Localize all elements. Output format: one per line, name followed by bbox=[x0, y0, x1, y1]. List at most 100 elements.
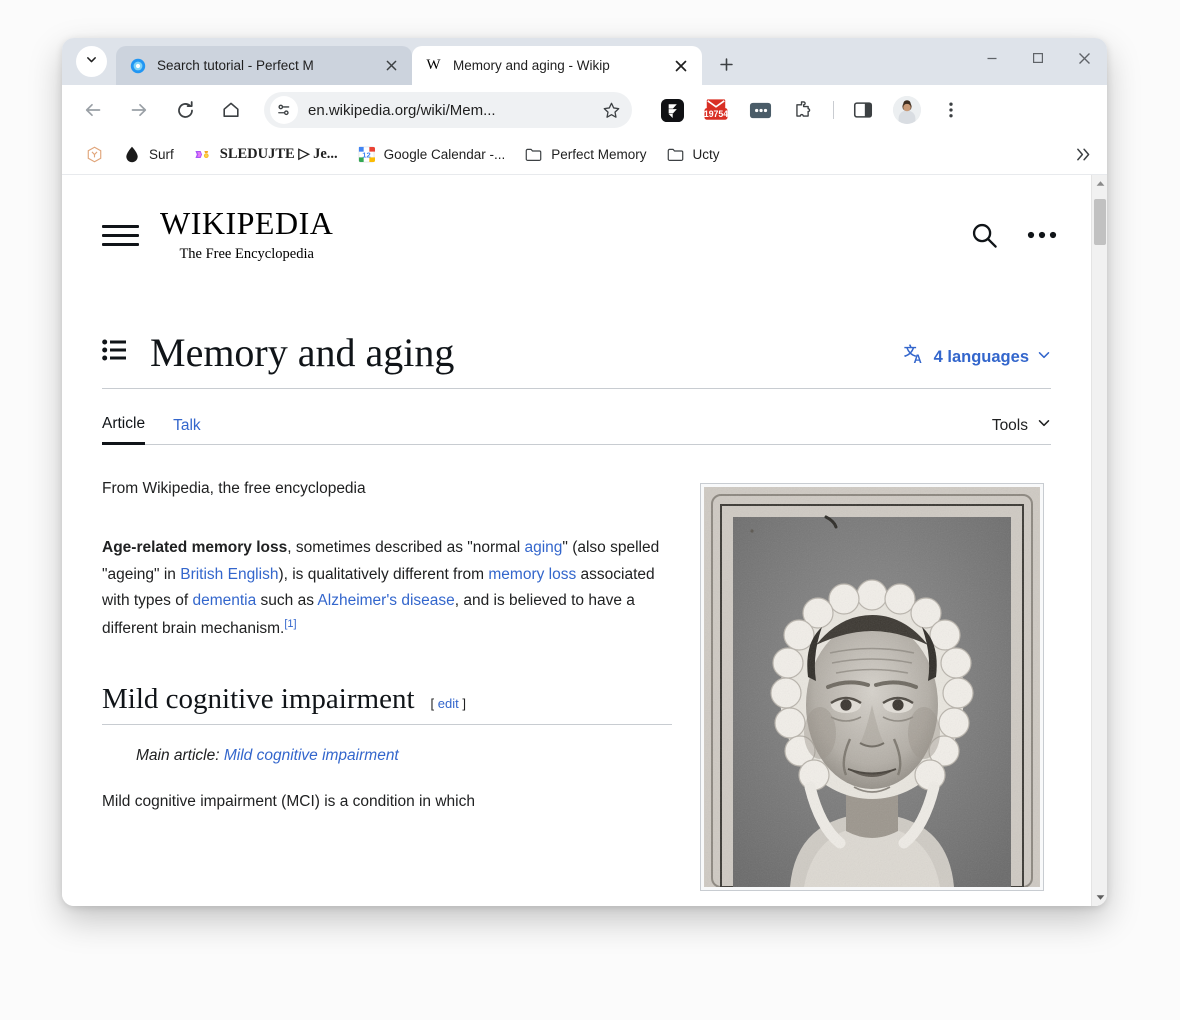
bookmarks-overflow-button[interactable] bbox=[1069, 141, 1097, 169]
elderly-woman-portrait-photo[interactable] bbox=[704, 487, 1040, 887]
main-article-label: Main article: bbox=[136, 747, 224, 764]
bookmark-label: SLEDUJTE ▷ Je... bbox=[220, 146, 338, 163]
reload-button[interactable] bbox=[168, 93, 202, 127]
surf-drop-icon bbox=[123, 146, 140, 163]
edit-bracket-close: ] bbox=[459, 696, 466, 711]
svg-text:12: 12 bbox=[362, 151, 370, 160]
bookmark-label: Ucty bbox=[693, 147, 720, 162]
page-title: Memory and aging bbox=[150, 329, 454, 376]
tab-talk[interactable]: Talk bbox=[173, 417, 201, 444]
bookmark-label: Google Calendar -... bbox=[384, 147, 506, 162]
folder-icon bbox=[525, 146, 542, 163]
article-container: Memory and aging 文 A 4 languages bbox=[62, 267, 1091, 891]
section-heading: Mild cognitive impairment bbox=[102, 683, 415, 716]
language-selector-button[interactable]: 文 A 4 languages bbox=[903, 343, 1051, 371]
figure-frame[interactable] bbox=[700, 483, 1044, 891]
link-mild-cognitive-impairment[interactable]: Mild cognitive impairment bbox=[224, 747, 399, 764]
toolbar-divider bbox=[833, 101, 834, 119]
avatar[interactable] bbox=[890, 93, 924, 127]
side-panel-button[interactable] bbox=[846, 93, 880, 127]
bookmark-label: Perfect Memory bbox=[551, 147, 646, 162]
bookmark-folder[interactable]: Ucty bbox=[659, 141, 728, 169]
hamburger-menu-icon[interactable] bbox=[102, 217, 138, 253]
tools-dropdown-button[interactable]: Tools bbox=[992, 416, 1051, 444]
wikipedia-logo[interactable]: WIKIPEDIA The Free Encyclopedia bbox=[160, 207, 333, 263]
url-text[interactable]: en.wikipedia.org/wiki/Mem... bbox=[308, 102, 599, 119]
new-tab-button[interactable] bbox=[711, 49, 741, 79]
ellipsis-icon[interactable] bbox=[1027, 230, 1057, 240]
star-icon[interactable] bbox=[599, 98, 623, 122]
lead-paragraph: Age-related memory loss, sometimes descr… bbox=[102, 535, 672, 643]
extension-icons: 19754 bbox=[650, 93, 973, 127]
scroll-up-arrow[interactable] bbox=[1092, 175, 1107, 192]
wikipedia-tagline: The Free Encyclopedia bbox=[179, 246, 313, 263]
perfect-memory-icon bbox=[129, 57, 146, 74]
close-button[interactable] bbox=[1061, 38, 1107, 78]
gmail-extension-button[interactable]: 19754 bbox=[699, 93, 733, 127]
bookmark-folder[interactable]: Perfect Memory bbox=[517, 141, 654, 169]
reference-1[interactable]: [1] bbox=[284, 618, 296, 630]
article-tabs: Article Talk Tools bbox=[102, 401, 1051, 445]
svg-text:A: A bbox=[913, 354, 921, 366]
back-button[interactable] bbox=[76, 93, 110, 127]
search-icon[interactable] bbox=[970, 221, 999, 250]
article-figure-column bbox=[700, 477, 1044, 891]
edit-bracket-open: [ bbox=[431, 696, 438, 711]
bookmarks-bar: Surf SLEDUJTE ▷ Je... bbox=[62, 135, 1107, 175]
tab-article[interactable]: Article bbox=[102, 415, 145, 445]
gmail-badge-count: 19754 bbox=[704, 109, 728, 119]
minimize-button[interactable] bbox=[969, 38, 1015, 78]
folder-icon bbox=[667, 146, 684, 163]
google-calendar-icon: 12 bbox=[358, 146, 375, 163]
extensions-puzzle-button[interactable] bbox=[787, 93, 821, 127]
link-dementia[interactable]: dementia bbox=[192, 592, 256, 609]
address-bar[interactable]: en.wikipedia.org/wiki/Mem... bbox=[264, 92, 632, 128]
article-title-row: Memory and aging 文 A 4 languages bbox=[102, 267, 1051, 389]
scroll-down-arrow[interactable] bbox=[1092, 889, 1107, 906]
browser-window: Search tutorial - Perfect M W Memory and… bbox=[62, 38, 1107, 906]
section-edit-link: [ edit ] bbox=[431, 696, 466, 711]
tab-close-button[interactable] bbox=[380, 55, 402, 77]
bookmark-item[interactable]: SLEDUJTE ▷ Je... bbox=[186, 141, 346, 169]
site-settings-icon[interactable] bbox=[270, 96, 298, 124]
link-british-english[interactable]: British English bbox=[180, 566, 278, 583]
medal-icon bbox=[194, 146, 211, 163]
tab-search-button[interactable] bbox=[76, 46, 107, 77]
wikipedia-header: WIKIPEDIA The Free Encyclopedia bbox=[62, 175, 1091, 267]
tab-close-button[interactable] bbox=[670, 55, 692, 77]
window-controls bbox=[969, 38, 1107, 78]
chevron-down-icon bbox=[1037, 348, 1051, 367]
maximize-button[interactable] bbox=[1015, 38, 1061, 78]
bookmark-label: Surf bbox=[149, 147, 174, 162]
tools-label: Tools bbox=[992, 417, 1028, 435]
wikipedia-wordmark: WIKIPEDIA bbox=[160, 207, 333, 239]
bookmark-item[interactable]: 12 Google Calendar -... bbox=[350, 141, 514, 169]
edit-button[interactable]: edit bbox=[438, 696, 459, 711]
table-of-contents-icon[interactable] bbox=[102, 339, 128, 366]
page-scrollbar[interactable] bbox=[1091, 175, 1107, 906]
lead-text-3: ), is qualitatively different from bbox=[278, 566, 488, 583]
link-aging[interactable]: aging bbox=[524, 539, 562, 556]
forward-button[interactable] bbox=[122, 93, 156, 127]
section-paragraph: Mild cognitive impairment (MCI) is a con… bbox=[102, 789, 672, 816]
link-alzheimers-disease[interactable]: Alzheimer's disease bbox=[317, 592, 454, 609]
hexagon-icon bbox=[86, 146, 103, 163]
lead-text-1: , sometimes described as "normal bbox=[287, 539, 524, 556]
language-icon: 文 A bbox=[903, 343, 926, 371]
tab-title: Memory and aging - Wikip bbox=[453, 58, 666, 73]
framer-extension-button[interactable] bbox=[655, 93, 689, 127]
tab-title: Search tutorial - Perfect M bbox=[157, 58, 376, 73]
link-memory-loss[interactable]: memory loss bbox=[488, 566, 576, 583]
from-wikipedia-line: From Wikipedia, the free encyclopedia bbox=[102, 477, 672, 502]
three-dot-menu-icon[interactable] bbox=[934, 93, 968, 127]
home-button[interactable] bbox=[214, 93, 248, 127]
wikipedia-w-icon: W bbox=[425, 57, 442, 74]
browser-tab[interactable]: W Memory and aging - Wikip bbox=[412, 46, 702, 85]
scroll-thumb[interactable] bbox=[1094, 199, 1106, 245]
bookmark-item[interactable] bbox=[78, 141, 111, 169]
bookmark-item[interactable]: Surf bbox=[115, 141, 182, 169]
dots-extension-button[interactable] bbox=[743, 93, 777, 127]
browser-tab[interactable]: Search tutorial - Perfect M bbox=[116, 46, 412, 85]
chevron-down-icon bbox=[85, 53, 98, 71]
tab-strip: Search tutorial - Perfect M W Memory and… bbox=[62, 38, 1107, 85]
